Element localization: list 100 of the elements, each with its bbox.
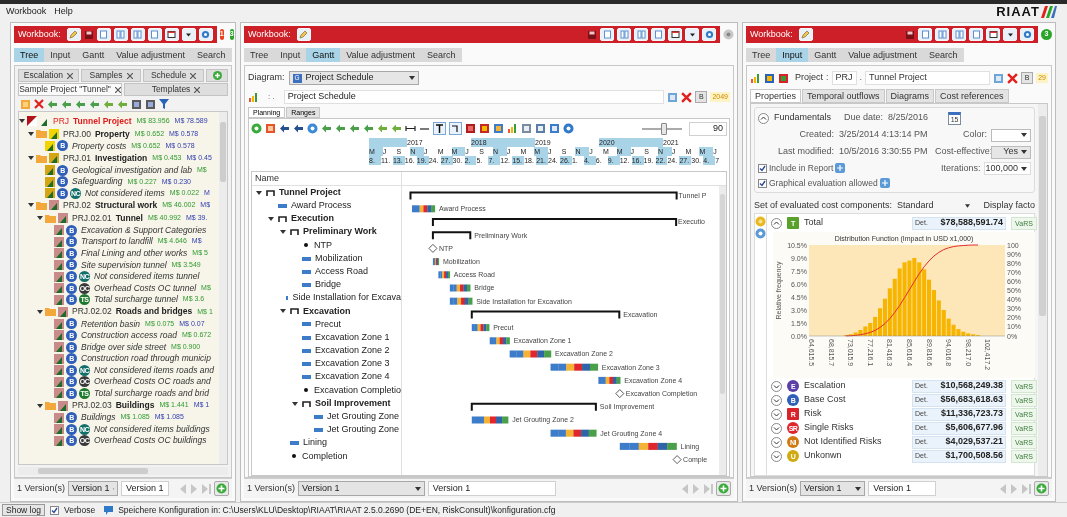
task-name: Excavation Zone 1 <box>315 330 390 344</box>
task-name: Excavation Completio <box>313 383 401 397</box>
item-name: Retention basin <box>81 317 141 331</box>
item-name: Not considered items buildings <box>94 422 210 436</box>
field-label: Set of evaluated cost components: <box>754 198 893 212</box>
item-code: PRJ <box>53 114 70 128</box>
component-name: Escalation <box>804 379 847 393</box>
component-name: Not Identified Risks <box>804 435 883 449</box>
display-factor-label: Display facto <box>983 198 1035 212</box>
due-date-value: 8/25/2016 <box>888 111 930 125</box>
field-label: Due date: <box>844 111 884 125</box>
version-count: 1 Version(s) <box>749 481 798 495</box>
cost-set-value: Standard <box>897 198 935 212</box>
task-name: Mobilization <box>315 251 363 265</box>
item-name: Not considered items tunnel <box>94 270 200 283</box>
checkbox-label: Verbose <box>63 503 96 517</box>
version-count: 1 Version(s) <box>247 481 296 495</box>
diagram-name: Project Schedule <box>305 71 375 85</box>
item-name: Property costs <box>72 139 127 153</box>
item-name: Buildings <box>115 399 155 412</box>
component-name: Unkonwn <box>804 449 843 463</box>
component-name: Total <box>804 216 824 230</box>
separator-text: . <box>859 71 863 85</box>
item-code: PRJ.02 <box>63 199 91 212</box>
task-name: Bridge <box>315 278 341 292</box>
cost-value: $10,568,249.38 <box>940 379 1003 393</box>
task-name: Access Road <box>315 264 369 278</box>
item-name: Bridge over side street <box>81 340 167 354</box>
cost-value: $78,588,591.74 <box>940 216 1003 230</box>
field-label: Last modified: <box>776 145 834 159</box>
checkbox-label: Graphical evaluation allowed <box>769 176 878 190</box>
task-name: Excavation Zone 4 <box>315 370 390 384</box>
task-name: Jet Grouting Zone <box>327 423 400 437</box>
cost-value: $11,336,723.73 <box>940 407 1003 421</box>
item-name: Not considered items roads and <box>94 363 214 377</box>
item-name: Construction road through municip <box>81 352 211 366</box>
version-count: 1 Version(s) <box>17 481 66 495</box>
task-name: Preliminary Work <box>303 225 377 239</box>
task-name: Lining <box>303 436 328 450</box>
item-name: Safeguarding <box>72 175 123 189</box>
task-name: Completion <box>302 449 348 463</box>
item-name: Excavation & Support Categories <box>81 223 207 237</box>
item-name: Site supervision tunnel <box>81 258 167 272</box>
item-name: Final Lining and other works <box>81 246 188 260</box>
item-name: Tunnel <box>115 211 143 225</box>
item-name: Overhead Costs OC tunnel <box>94 281 197 295</box>
status-message: Speichere Konfiguration in: C:\Users\KLU\Desktop\RIAAT\RIAAT 2.5.0.2690 (DE+EN, RiskConsult)\konfiguration.cfg <box>118 503 556 517</box>
task-name: Excavation <box>303 304 351 318</box>
item-name: Overhead Costs OC roads and <box>94 375 211 389</box>
item-name: Roads and bridges <box>115 305 193 319</box>
task-name: Soil Improvement <box>315 396 391 410</box>
section-title: Fundamentals <box>774 111 832 125</box>
item-name: Overhead Costs OC buildings <box>94 434 207 448</box>
workbook-label: Workbook: <box>248 27 291 41</box>
task-name: Precut <box>315 317 341 331</box>
item-name: Structural work <box>94 199 158 212</box>
item-code: PRJ.02.03 <box>72 399 112 412</box>
item-code: PRJ.02.01 <box>72 211 112 225</box>
field-value: 10/5/2016 3:30:55 PM <box>839 145 929 159</box>
field-label: Created: <box>798 128 834 142</box>
component-name: Single Risks <box>804 421 855 435</box>
item-name: Not considered items <box>85 187 165 200</box>
item-name: Buildings <box>81 411 116 424</box>
item-code: PRJ.02.02 <box>72 305 112 319</box>
workbook-label: Workbook: <box>750 27 793 41</box>
separator-text: : . <box>267 91 276 103</box>
task-name: Excavation Zone 3 <box>315 357 390 371</box>
task-name: Jet Grouting Zone <box>327 410 400 424</box>
task-name: Tunnel Project <box>279 185 341 199</box>
item-type: Project <box>795 71 823 85</box>
item-name: Geological investigation and lab <box>72 163 193 177</box>
column-header: Name <box>252 172 402 185</box>
field-label: Color: <box>962 128 987 142</box>
item-code: PRJ.00 <box>63 127 91 141</box>
separator-text: : <box>826 71 829 85</box>
item-name: Construction access road <box>81 329 177 342</box>
workbook-label: Workbook: <box>18 27 61 41</box>
component-name: Base Cost <box>804 393 847 407</box>
checkbox-label: Include in Report <box>769 161 834 175</box>
cost-value: $5,606,677.96 <box>945 421 1003 435</box>
cost-value: $56,683,618.63 <box>940 393 1003 407</box>
component-name: Risk <box>804 407 823 421</box>
field-label: Iterations: <box>939 162 981 175</box>
item-code: PRJ.01 <box>63 151 91 165</box>
field-value: 3/25/2014 4:13:14 PM <box>839 128 929 142</box>
item-name: Investigation <box>94 151 148 165</box>
task-name: NTP <box>314 238 332 252</box>
diagram-label: Diagram: <box>248 71 285 85</box>
item-name: Total surcharge tunnel <box>94 293 178 307</box>
cost-value: $1,700,508.56 <box>945 449 1003 463</box>
task-name: Side Installation for Excava <box>292 291 401 305</box>
task-name: Excavation Zone 2 <box>315 344 390 358</box>
item-name: Total surcharge roads and brid <box>94 387 209 400</box>
task-name: Award Process <box>291 199 352 213</box>
item-name: Property <box>94 127 130 141</box>
cost-value: $4,029,537.21 <box>945 435 1003 449</box>
item-name: Transport to landfill <box>81 235 153 249</box>
logo-text: RIAAT <box>996 2 1040 21</box>
task-name: Execution <box>291 212 334 226</box>
item-name: Tunnel Project <box>73 114 132 128</box>
